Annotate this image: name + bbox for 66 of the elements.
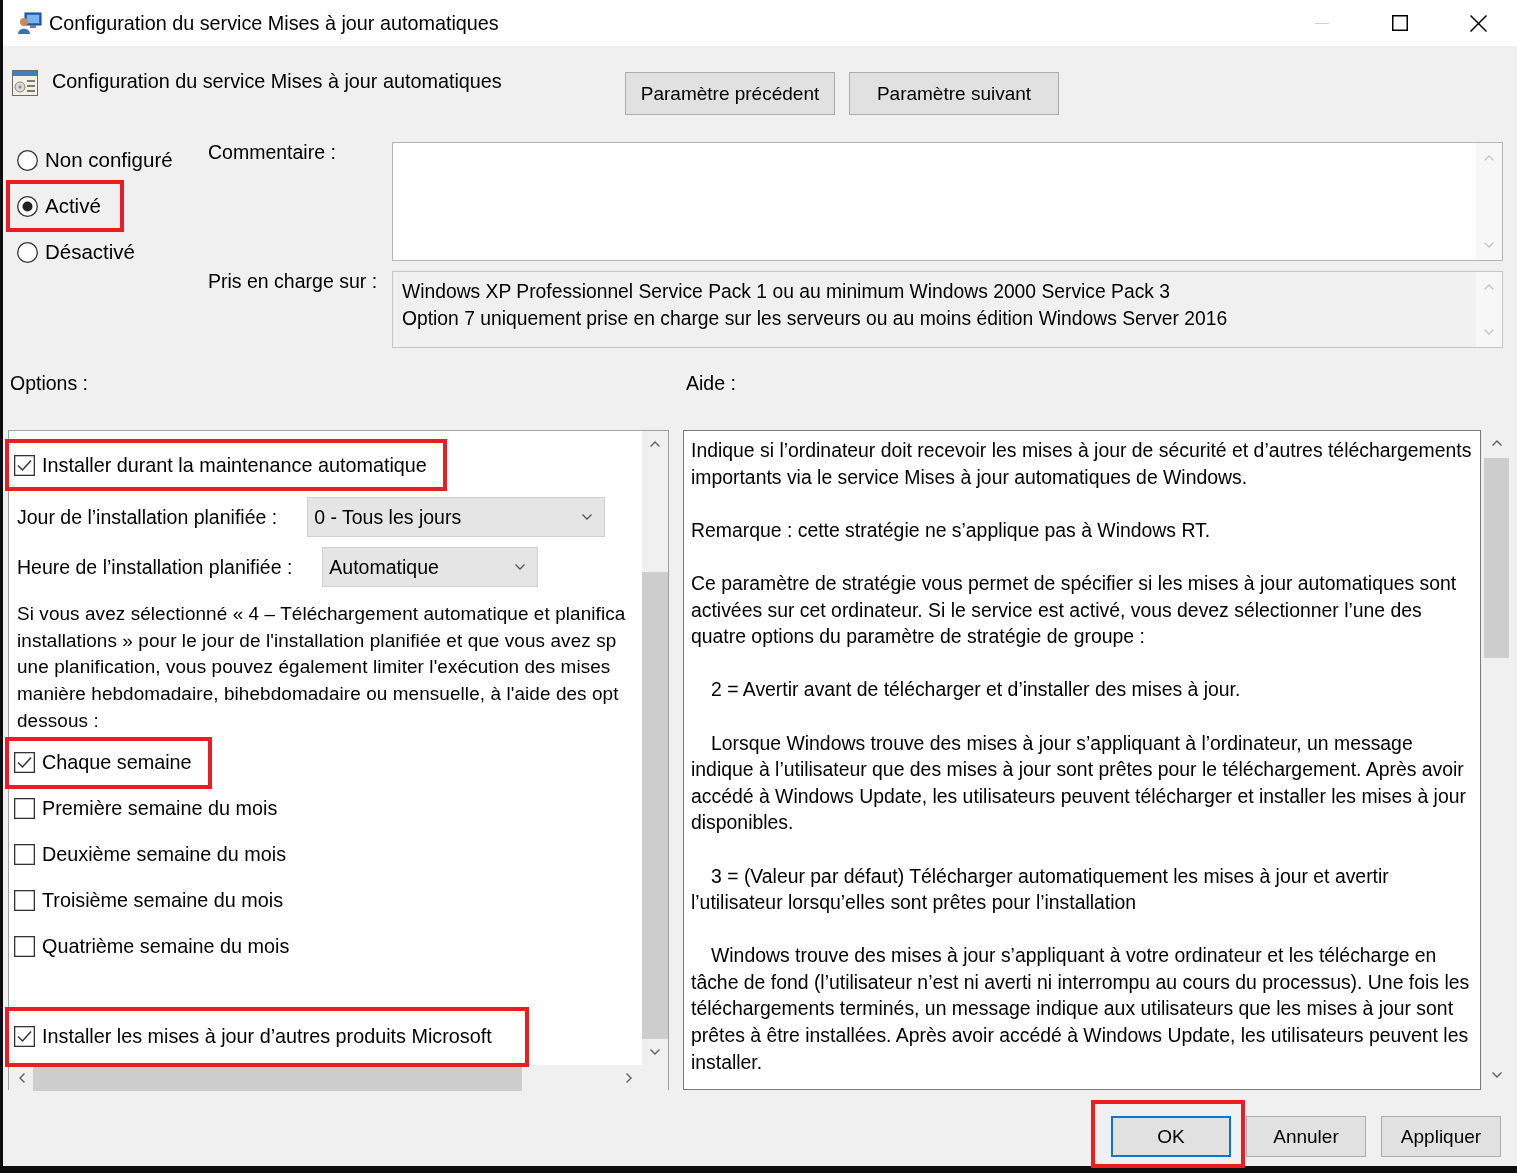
checkbox-label: Première semaine du mois — [42, 797, 278, 820]
window-title: Configuration du service Mises à jour automatiques — [49, 11, 499, 35]
help-paragraph: Windows trouve des mises à jour s’appliquant à votre ordinateur et les télécharge en tâche de fond (l’utilisateur n’est ni averti ni interrompu au cours du processus). Une fois les téléchargements terminés, un message indique aux utilisateurs que les mises à jour sont prêtes à être installées. Après avoir accédé à Windows Update, les utilisateurs peuvent les installer. — [691, 943, 1471, 1075]
chevron-right-icon[interactable] — [626, 1072, 632, 1083]
field-label: Pris en charge sur : — [208, 271, 379, 294]
radio-button[interactable] — [17, 149, 38, 171]
supported-platform-text: Option 7 uniquement prise en charge sur les serveurs ou au moins édition Windows Server 2016 — [402, 307, 1229, 331]
chevron-down-icon — [1484, 242, 1494, 248]
checkbox[interactable] — [14, 752, 35, 773]
chevron-up-icon — [1484, 284, 1494, 290]
dialog-button[interactable]: Annuler — [1246, 1116, 1366, 1157]
minimize-icon — [1315, 22, 1329, 24]
radio-label: Non configuré — [45, 148, 173, 172]
nav-button[interactable]: Paramètre suivant — [849, 72, 1059, 115]
checkbox[interactable] — [14, 936, 35, 957]
comment-field[interactable] — [392, 142, 1503, 261]
chevron-left-icon[interactable] — [19, 1072, 25, 1083]
radio-label: Désactivé — [45, 240, 135, 264]
dropdown[interactable]: 0 - Tous les jours — [307, 497, 606, 537]
help-paragraph: 2 = Avertir avant de télécharger et d’installer des mises à jour. — [710, 677, 1242, 703]
chevron-down-icon — [515, 564, 526, 570]
monitor-user-icon — [18, 12, 42, 34]
chevron-down-icon[interactable] — [650, 1048, 660, 1055]
radio-label: Activé — [45, 194, 101, 218]
field-label: Commentaire : — [208, 142, 337, 165]
radio-button[interactable] — [17, 195, 38, 217]
scrollbar-thumb[interactable] — [642, 572, 668, 1039]
help-paragraph: 3 = (Valeur par défaut) Télécharger automatiquement les mises à jour et avertir l’utilisateur lorsqu’elles sont prêtes pour l’installation — [691, 863, 1390, 916]
section-label: Aide : — [685, 371, 736, 396]
description-text: Si vous avez sélectionné « 4 – Téléchargement automatique et planifica installations » pour le jour de l'installation planifiée et que vous avez sp une planification, vous pouvez également limiter l'exécution des mises manière hebdomadaire, bihebdomadaire ou mensuelle, à l'aide des opt dessous : — [17, 602, 627, 733]
maximize-icon — [1392, 15, 1408, 31]
setting-title: Configuration du service Mises à jour automatiques — [52, 70, 502, 92]
dropdown[interactable]: Automatique — [322, 547, 539, 587]
chevron-down-icon — [582, 514, 593, 520]
help-paragraph: Ce paramètre de stratégie vous permet de spécifier si les mises à jour automatiques sont activées sur cet ordinateur. Si le service est activé, vous devez sélectionner l’une des quatre options du paramètre de stratégie de groupe : — [691, 570, 1458, 650]
help-paragraph: Indique si l’ordinateur doit recevoir les mises à jour de sécurité et d’autres téléchargements importants via le service Mises à jour automatiques de Windows. — [691, 438, 1473, 490]
checkbox-label: Installer les mises à jour d’autres produits Microsoft — [42, 1025, 492, 1048]
section-label: Options : — [9, 371, 89, 396]
dialog-button[interactable]: Appliquer — [1381, 1116, 1501, 1157]
settings-window-icon — [12, 70, 38, 96]
supported-platform-text: Windows XP Professionnel Service Pack 1 ou au minimum Windows 2000 Service Pack 3 — [402, 280, 1172, 304]
nav-button[interactable]: Paramètre précédent — [625, 72, 835, 115]
dropdown-label: Heure de l’installation planifiée : — [17, 555, 293, 579]
checkbox-label: Quatrième semaine du mois — [42, 935, 290, 958]
dialog-button[interactable]: OK — [1111, 1116, 1231, 1157]
checkbox-label: Chaque semaine — [42, 751, 192, 774]
radio-button[interactable] — [17, 241, 38, 263]
checkbox[interactable] — [14, 844, 35, 865]
checkbox[interactable] — [14, 890, 35, 911]
dropdown-label: Jour de l’installation planifiée : — [17, 505, 278, 529]
checkbox-label: Installer durant la maintenance automatique — [42, 453, 427, 477]
scrollbar-thumb[interactable] — [1484, 458, 1509, 658]
checkbox[interactable] — [14, 1026, 35, 1047]
checkbox[interactable] — [14, 454, 35, 476]
chevron-up-icon — [1484, 155, 1494, 161]
vertical-scrollbar[interactable] — [642, 431, 668, 1065]
close-icon — [1469, 14, 1487, 32]
chevron-down-icon[interactable] — [1491, 1072, 1502, 1078]
help-paragraph: Remarque : cette stratégie ne s’applique pas à Windows RT. — [691, 517, 1212, 543]
checkbox[interactable] — [14, 798, 35, 819]
checkbox-label: Troisième semaine du mois — [42, 889, 284, 912]
checkbox-label: Deuxième semaine du mois — [42, 843, 287, 866]
chevron-down-icon — [1484, 329, 1494, 335]
chevron-up-icon[interactable] — [650, 441, 660, 447]
help-paragraph: Lorsque Windows trouve des mises à jour s’appliquant à l’ordinateur, un message indique à l’utilisateur que des mises à jour sont prêtes pour le téléchargement. Après avoir accédé à Windows Update, les utilisateurs peuvent télécharger et installer les mises à jour disponibles. — [691, 730, 1467, 836]
chevron-up-icon[interactable] — [1491, 440, 1502, 446]
